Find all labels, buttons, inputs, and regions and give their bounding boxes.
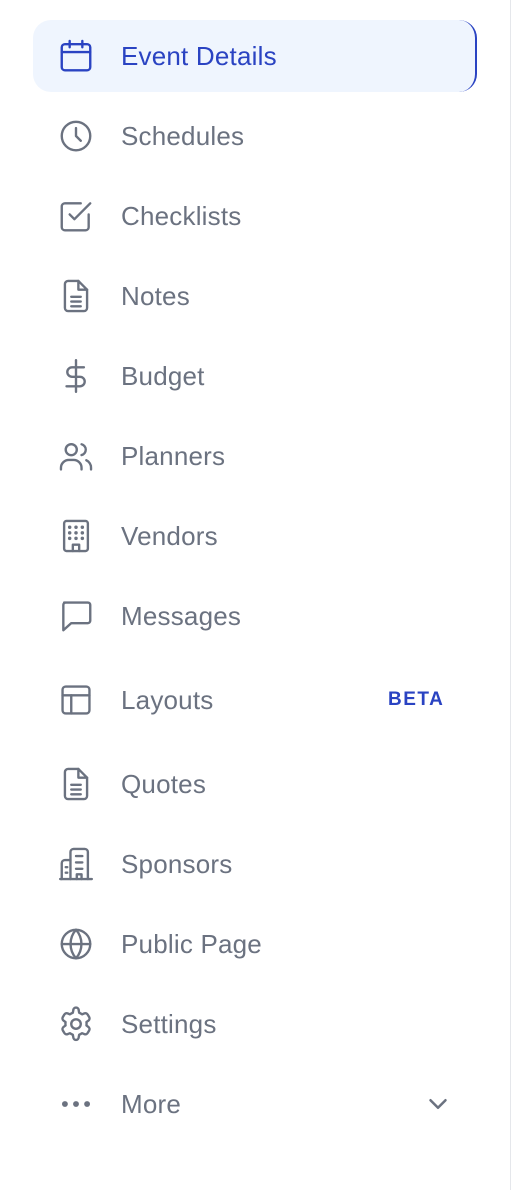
ellipsis-icon <box>57 1085 95 1123</box>
dollar-icon <box>57 357 95 395</box>
chevron-down-icon[interactable] <box>423 1089 453 1119</box>
sidebar-item-label: Checklists <box>121 200 242 231</box>
calendar-icon <box>57 37 95 75</box>
sidebar-item-label: Planners <box>121 440 226 471</box>
users-icon <box>57 437 95 475</box>
globe-icon <box>57 925 95 963</box>
sidebar-item-notes[interactable]: Notes <box>33 260 477 332</box>
layout-icon <box>57 681 95 719</box>
sidebar-item-more[interactable]: More <box>33 1068 477 1140</box>
sidebar-item-label: Sponsors <box>121 848 233 879</box>
sidebar-item-settings[interactable]: Settings <box>33 988 477 1060</box>
sidebar-item-sponsors[interactable]: Sponsors <box>33 828 477 900</box>
clock-icon <box>57 117 95 155</box>
sidebar-divider <box>510 0 511 1190</box>
document-icon <box>57 277 95 315</box>
sidebar-item-public-page[interactable]: Public Page <box>33 908 477 980</box>
beta-badge: BETA <box>388 689 445 710</box>
sidebar-item-label: Settings <box>121 1008 217 1039</box>
sidebar-item-label: Public Page <box>121 928 262 959</box>
sidebar-item-schedules[interactable]: Schedules <box>33 100 477 172</box>
sidebar-item-label: More <box>121 1088 182 1119</box>
building-icon <box>57 517 95 555</box>
chat-icon <box>57 597 95 635</box>
sidebar-item-label: Event Details <box>121 40 277 71</box>
sidebar-item-vendors[interactable]: Vendors <box>33 500 477 572</box>
document-icon <box>57 765 95 803</box>
sidebar-item-planners[interactable]: Planners <box>33 420 477 492</box>
sidebar-item-quotes[interactable]: Quotes <box>33 748 477 820</box>
sidebar-item-label: Schedules <box>121 120 245 151</box>
sidebar-item-label: Layouts <box>121 684 214 715</box>
gear-icon <box>57 1005 95 1043</box>
office-building-icon <box>57 845 95 883</box>
sidebar-item-checklists[interactable]: Checklists <box>33 180 477 252</box>
sidebar-item-label: Quotes <box>121 768 207 799</box>
sidebar-item-label: Messages <box>121 600 242 631</box>
sidebar-item-label: Budget <box>121 360 205 391</box>
sidebar-item-event-details[interactable]: Event Details <box>33 20 477 92</box>
sidebar-item-label: Notes <box>121 280 190 311</box>
sidebar-item-label: Vendors <box>121 520 218 551</box>
sidebar-item-messages[interactable]: Messages <box>33 580 477 652</box>
checkbox-icon <box>57 197 95 235</box>
sidebar-item-layouts[interactable]: Layouts BETA <box>33 664 477 736</box>
sidebar-item-budget[interactable]: Budget <box>33 340 477 412</box>
